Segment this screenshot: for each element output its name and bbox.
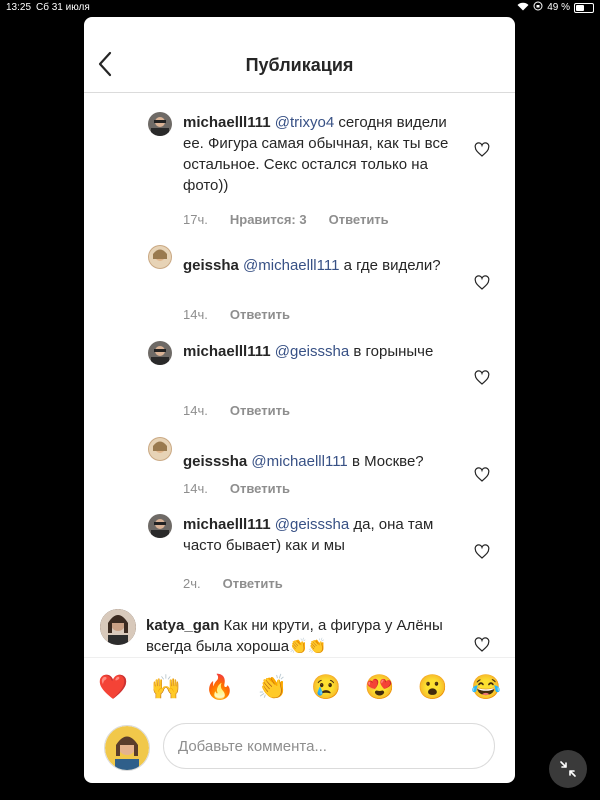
heart-icon[interactable] <box>474 370 490 386</box>
comment-username[interactable]: geisssha <box>183 453 247 470</box>
comment-text: michaelll111 @geisssha да, она там часто… <box>183 514 458 556</box>
comment-text: michaelll111 @geisssha в горыныче <box>183 341 458 362</box>
comment-likes[interactable]: Нравится: 3 <box>230 212 307 227</box>
comment-reply: geisssha @michaelll111 в Москве? 14ч. От… <box>84 435 515 515</box>
avatar[interactable] <box>100 609 136 645</box>
collapse-button[interactable] <box>549 750 587 788</box>
emoji-raised-hands[interactable]: 🙌 <box>151 673 181 702</box>
emoji-laugh[interactable]: 😂 <box>471 673 501 702</box>
post-panel: Публикация michaelll111 @trixyo4 сегодня… <box>84 17 515 783</box>
avatar[interactable] <box>148 514 172 538</box>
comment-time: 14ч. <box>183 307 208 322</box>
emoji-bar: ❤️ 🙌 🔥 👏 😢 😍 😮 😂 <box>84 657 515 717</box>
heart-icon[interactable] <box>474 142 490 158</box>
emoji-fire[interactable]: 🔥 <box>205 673 235 702</box>
avatar[interactable] <box>148 437 172 461</box>
status-bar: 13:25 Сб 31 июля 49 % <box>0 0 600 16</box>
comment-username[interactable]: michaelll111 <box>183 114 271 131</box>
emoji-surprised[interactable]: 😮 <box>418 673 448 702</box>
battery-icon <box>574 3 594 13</box>
emoji-clap[interactable]: 👏 <box>258 673 288 702</box>
comment-username[interactable]: michaelll111 <box>183 516 271 533</box>
avatar[interactable] <box>148 112 172 136</box>
comment-mention[interactable]: @michaelll111 <box>251 453 347 470</box>
comment-time: 14ч. <box>183 481 208 496</box>
status-right: 49 % <box>517 0 594 16</box>
comment-mention[interactable]: @trixyo4 <box>275 114 334 131</box>
collapse-icon <box>560 761 576 777</box>
reply-button[interactable]: Ответить <box>230 481 290 496</box>
comment-reply: geissha @michaelll111 а где видели? 14ч.… <box>84 245 515 325</box>
comment-time: 17ч. <box>183 212 208 227</box>
comment-text: geissha @michaelll111 а где видели? <box>183 255 458 276</box>
comment-text: michaelll111 @trixyo4 сегодня видели ее.… <box>183 112 458 196</box>
comment-mention[interactable]: @geisssha <box>275 516 349 533</box>
heart-icon[interactable] <box>474 275 490 291</box>
comment-username[interactable]: michaelll111 <box>183 343 271 360</box>
comment-meta: 14ч. Ответить <box>183 403 290 418</box>
comment-body: а где видели? <box>339 257 441 274</box>
comment-username[interactable]: geissha <box>183 257 239 274</box>
comment-composer <box>84 717 515 783</box>
status-date: Сб 31 июля <box>36 2 90 13</box>
reply-button[interactable]: Ответить <box>223 576 283 591</box>
page-title: Публикация <box>245 55 354 75</box>
wifi-icon <box>517 0 529 16</box>
orientation-lock-icon <box>533 0 543 16</box>
comment-input[interactable] <box>163 723 495 769</box>
comment-mention[interactable]: @michaelll111 <box>243 257 339 274</box>
avatar[interactable] <box>148 341 172 365</box>
comment-meta: 14ч. Ответить <box>183 307 290 322</box>
comment-time: 2ч. <box>183 576 201 591</box>
comment-reply: michaelll111 @geisssha в горыныче 14ч. О… <box>84 341 515 421</box>
heart-icon[interactable] <box>474 637 490 653</box>
header: Публикация <box>84 17 515 93</box>
comment-meta: 14ч. Ответить <box>183 481 290 496</box>
comment-text: katya_gan Как ни крути, а фигура у Алёны… <box>146 615 446 657</box>
emoji-cry[interactable]: 😢 <box>311 673 341 702</box>
comment: katya_gan Как ни крути, а фигура у Алёны… <box>84 607 515 657</box>
comment-text: geisssha @michaelll111 в Москве? <box>183 451 458 472</box>
status-time: 13:25 <box>6 2 32 13</box>
comment-body: в Москве? <box>347 453 424 470</box>
comment-reply: michaelll111 @trixyo4 сегодня видели ее.… <box>84 112 515 232</box>
battery-percent: 49 % <box>547 2 570 13</box>
comment-mention[interactable]: @geisssha <box>275 343 349 360</box>
avatar[interactable] <box>148 245 172 269</box>
reply-button[interactable]: Ответить <box>230 307 290 322</box>
comment-body: в горыныче <box>349 343 434 360</box>
heart-icon[interactable] <box>474 544 490 560</box>
reply-button[interactable]: Ответить <box>230 403 290 418</box>
comment-reply: michaelll111 @geisssha да, она там часто… <box>84 514 515 594</box>
comment-meta: 2ч. Ответить <box>183 576 283 591</box>
current-user-avatar <box>104 725 150 771</box>
emoji-heart[interactable]: ❤️ <box>98 673 128 702</box>
reply-button[interactable]: Ответить <box>329 212 389 227</box>
comment-meta: 17ч. Нравится: 3 Ответить <box>183 212 389 227</box>
emoji-heart-eyes[interactable]: 😍 <box>364 673 394 702</box>
heart-icon[interactable] <box>474 467 490 483</box>
comment-time: 14ч. <box>183 403 208 418</box>
comment-username[interactable]: katya_gan <box>146 617 219 634</box>
